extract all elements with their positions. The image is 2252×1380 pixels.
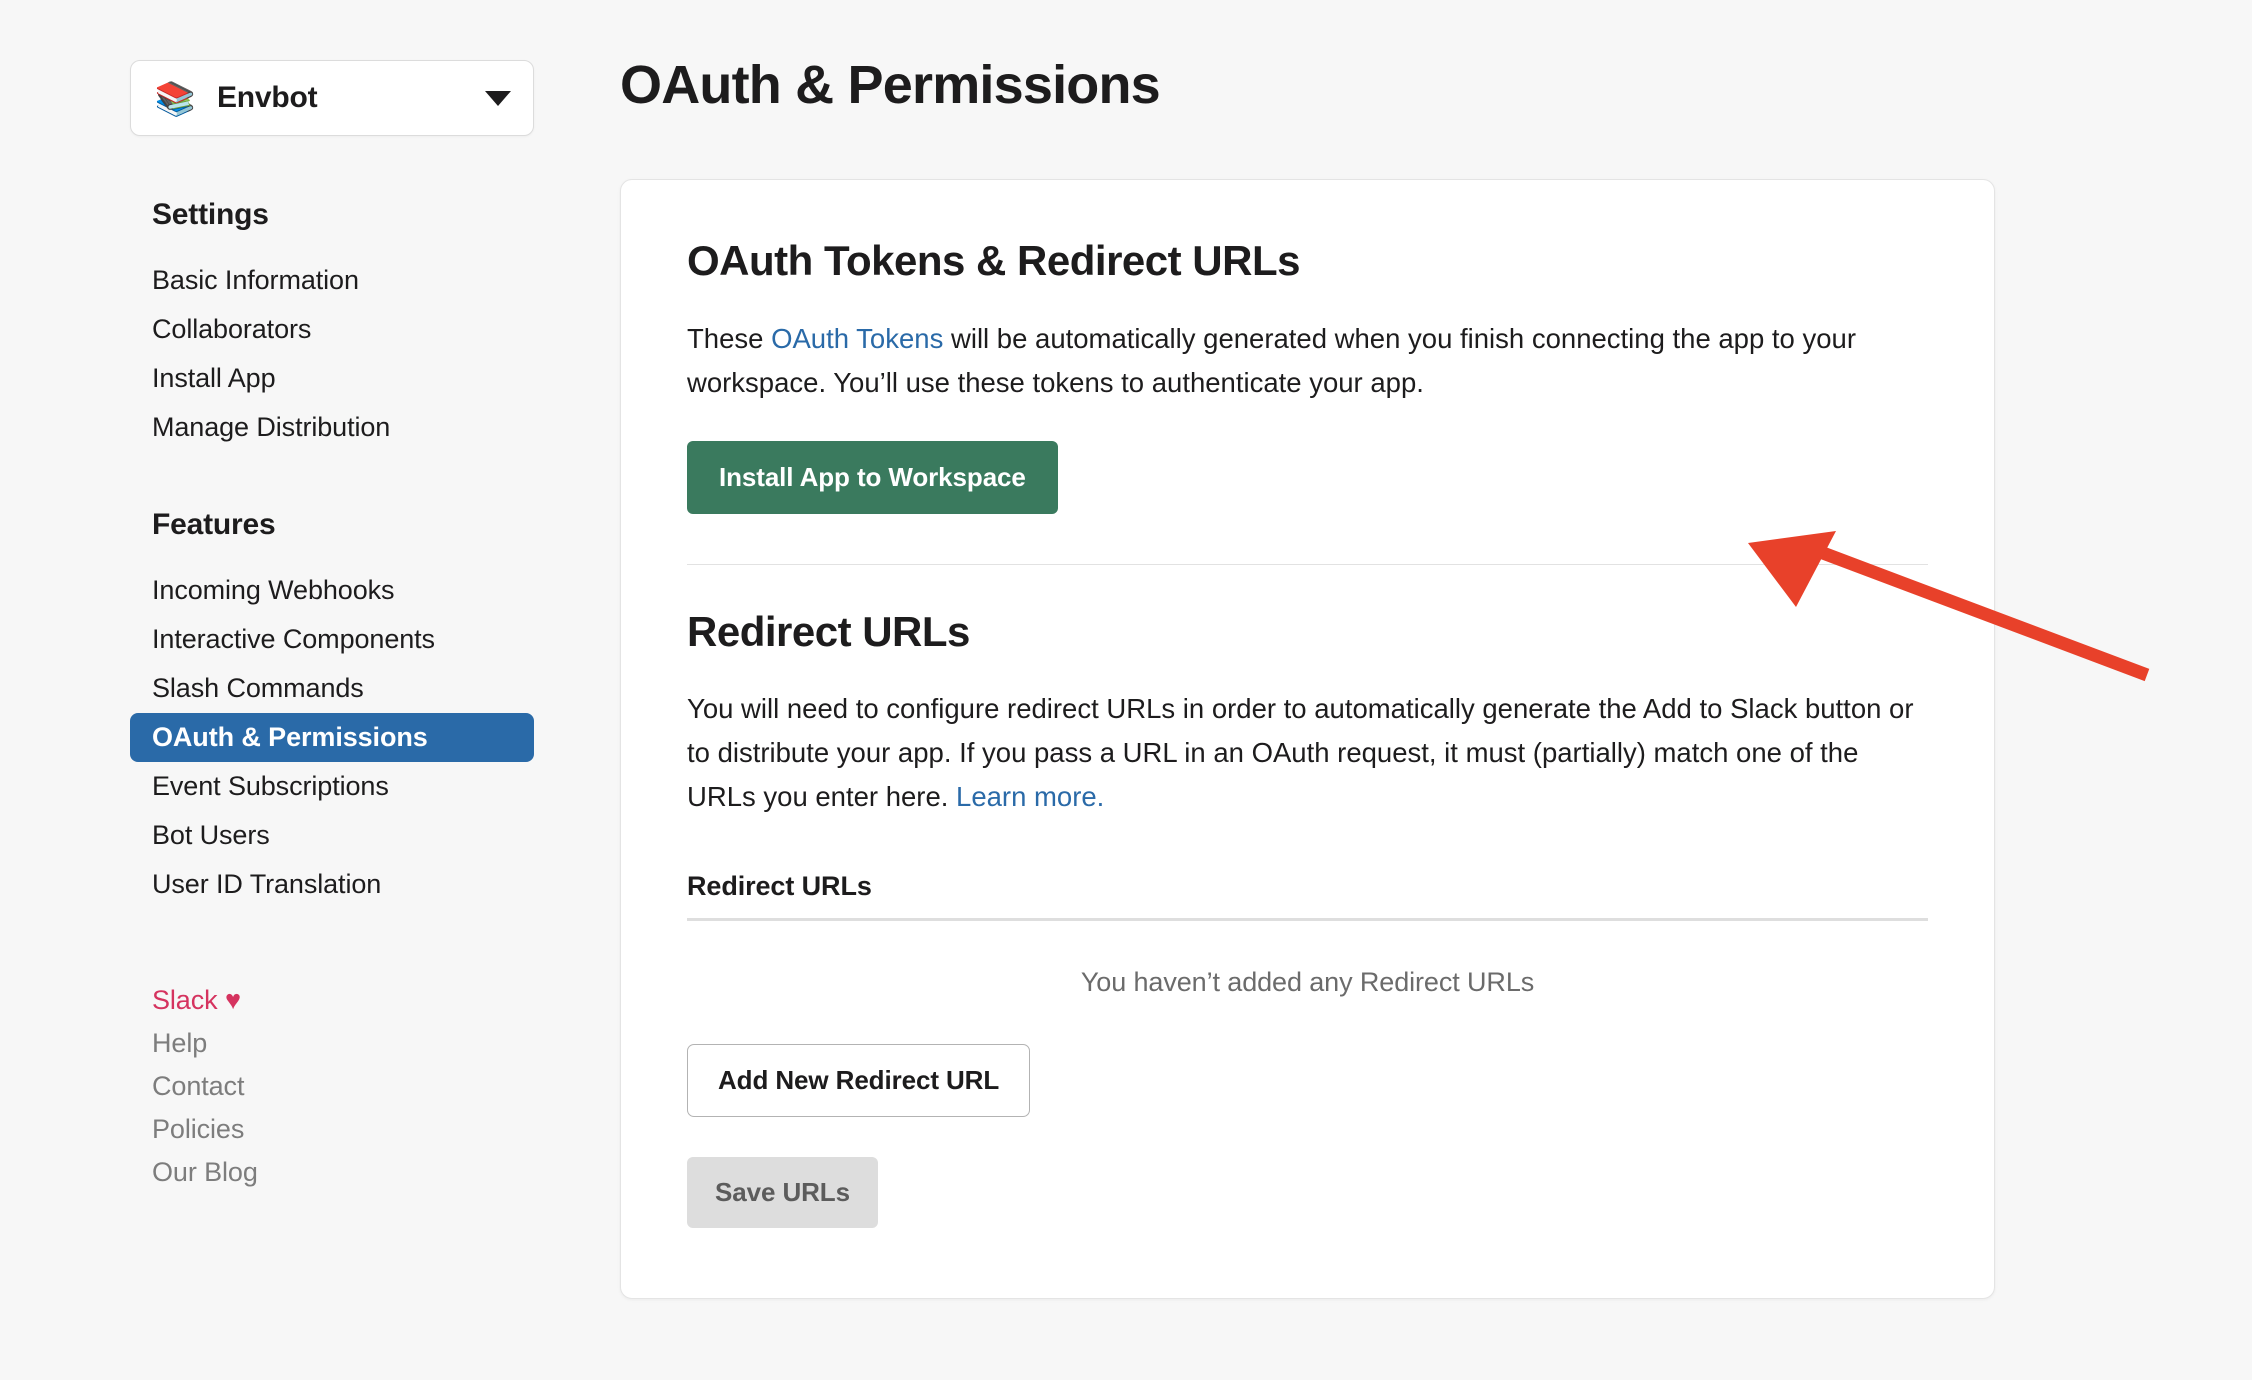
learn-more-link[interactable]: Learn more. — [956, 781, 1104, 812]
footer-link-contact[interactable]: Contact — [152, 1065, 620, 1108]
sidebar-item-event-subscriptions[interactable]: Event Subscriptions — [130, 762, 534, 811]
add-new-redirect-url-button[interactable]: Add New Redirect URL — [687, 1044, 1030, 1117]
footer-link-our-blog[interactable]: Our Blog — [152, 1151, 620, 1194]
sidebar-item-incoming-webhooks[interactable]: Incoming Webhooks — [130, 566, 534, 615]
main-content: OAuth & Permissions OAuth Tokens & Redir… — [620, 0, 2252, 1299]
redirect-urls-description: You will need to configure redirect URLs… — [687, 687, 1928, 819]
sidebar-item-manage-distribution[interactable]: Manage Distribution — [130, 403, 534, 452]
section-divider — [687, 564, 1928, 565]
footer-link-slack[interactable]: Slack ♥ — [152, 979, 620, 1022]
save-urls-button[interactable]: Save URLs — [687, 1157, 878, 1228]
footer-links: Slack ♥ Help Contact Policies Our Blog — [130, 979, 620, 1194]
page-title: OAuth & Permissions — [620, 56, 2252, 115]
install-app-to-workspace-button[interactable]: Install App to Workspace — [687, 441, 1058, 514]
sidebar-item-bot-users[interactable]: Bot Users — [130, 811, 534, 860]
footer-link-policies[interactable]: Policies — [152, 1108, 620, 1151]
oauth-tokens-section-title: OAuth Tokens & Redirect URLs — [687, 236, 1928, 286]
redirect-urls-empty-state: You haven’t added any Redirect URLs — [687, 921, 1928, 998]
sidebar-item-basic-information[interactable]: Basic Information — [130, 256, 534, 305]
settings-nav-list: Basic Information Collaborators Install … — [130, 256, 620, 452]
sidebar: 📚 Envbot Settings Basic Information Coll… — [0, 0, 620, 1194]
oauth-card: OAuth Tokens & Redirect URLs These OAuth… — [620, 179, 1995, 1299]
footer-link-help[interactable]: Help — [152, 1022, 620, 1065]
features-nav-list: Incoming Webhooks Interactive Components… — [130, 566, 620, 909]
books-icon: 📚 — [155, 78, 195, 118]
redirect-urls-description-part1: You will need to configure redirect URLs… — [687, 693, 1914, 812]
sidebar-item-slash-commands[interactable]: Slash Commands — [130, 664, 534, 713]
sidebar-item-oauth-permissions[interactable]: OAuth & Permissions — [130, 713, 534, 762]
sidebar-item-install-app[interactable]: Install App — [130, 354, 534, 403]
redirect-urls-sub-label: Redirect URLs — [687, 871, 1928, 902]
sidebar-item-interactive-components[interactable]: Interactive Components — [130, 615, 534, 664]
sidebar-item-collaborators[interactable]: Collaborators — [130, 305, 534, 354]
oauth-tokens-description: These OAuth Tokens will be automatically… — [687, 317, 1928, 405]
oauth-tokens-description-part1: These — [687, 323, 771, 354]
settings-heading: Settings — [130, 198, 620, 232]
app-selector-dropdown[interactable]: 📚 Envbot — [130, 60, 534, 136]
heart-icon: ♥ — [225, 985, 241, 1015]
sidebar-item-user-id-translation[interactable]: User ID Translation — [130, 860, 534, 909]
app-shell: 📚 Envbot Settings Basic Information Coll… — [0, 0, 2252, 1380]
footer-link-slack-label: Slack — [152, 985, 218, 1015]
chevron-down-icon — [485, 91, 511, 106]
features-heading: Features — [130, 508, 620, 542]
redirect-urls-section-title: Redirect URLs — [687, 607, 1928, 657]
oauth-tokens-link[interactable]: OAuth Tokens — [771, 323, 943, 354]
app-name-label: Envbot — [217, 81, 485, 115]
